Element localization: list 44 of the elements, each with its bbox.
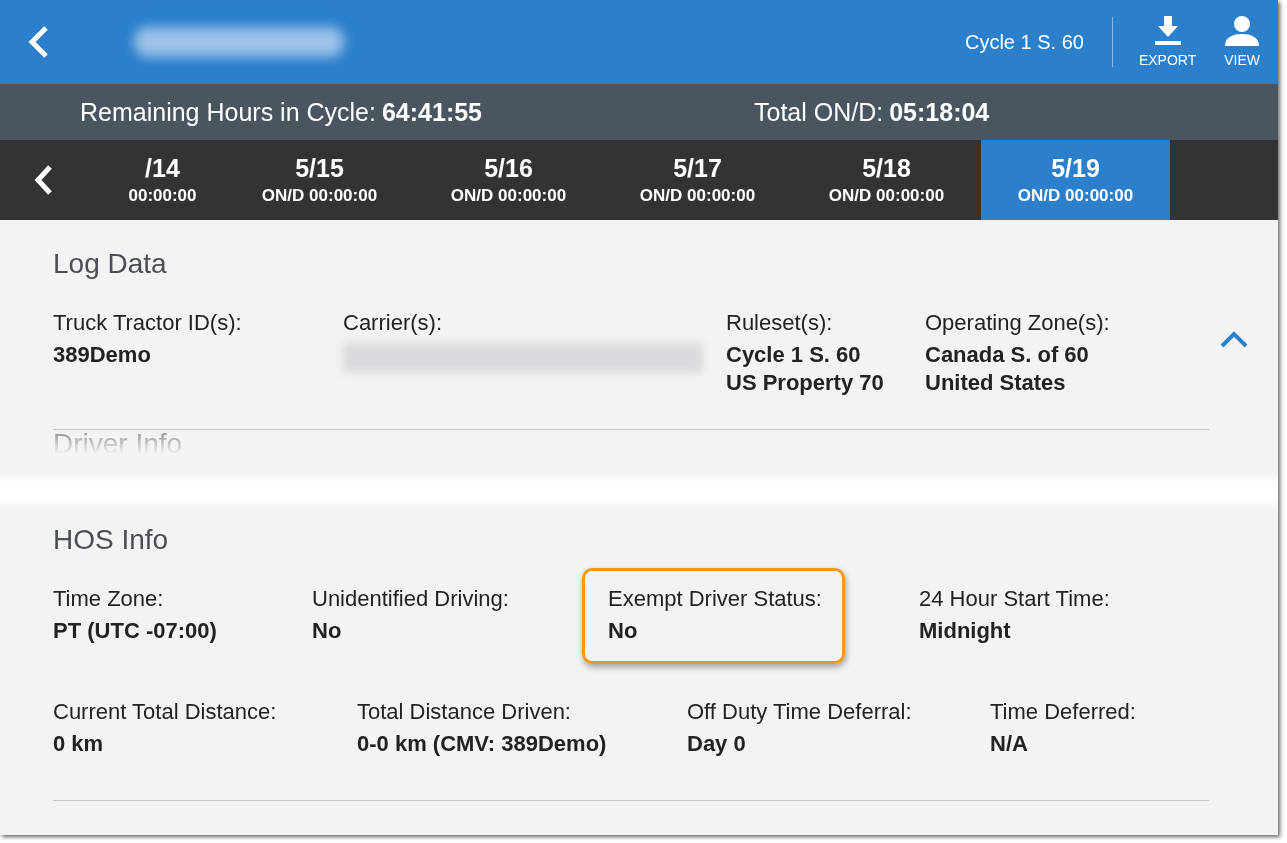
date-tab[interactable]: 5/17 ON/D 00:00:00 (603, 140, 792, 220)
field-value: United States (925, 369, 1066, 397)
date-tab[interactable]: 5/15 ON/D 00:00:00 (225, 140, 414, 220)
view-button[interactable]: VIEW (1214, 16, 1270, 68)
section-title: HOS Info (53, 524, 170, 556)
field-value: No (312, 617, 342, 645)
field-value: Canada S. of 60 (925, 341, 1089, 369)
field-label: Exempt Driver Status: (608, 585, 822, 613)
field-label: Off Duty Time Deferral: (687, 698, 912, 726)
date-tab[interactable]: /14 00:00:00 (100, 140, 225, 220)
field-label: Carrier(s): (343, 309, 442, 337)
field-value: US Property 70 (726, 369, 884, 397)
field-value: 389Demo (53, 341, 151, 369)
person-icon (1225, 16, 1260, 46)
field-label: Ruleset(s): (726, 309, 833, 337)
field-value: PT (UTC -07:00) (53, 617, 217, 645)
section-title: Log Data (53, 248, 168, 280)
previous-icon[interactable] (32, 164, 54, 196)
field-value: 0-0 km (CMV: 389Demo) (357, 730, 607, 758)
date-tab[interactable]: 5/18 ON/D 00:00:00 (792, 140, 981, 220)
field-label: Current Total Distance: (53, 698, 277, 726)
field-value: N/A (990, 730, 1028, 758)
summary-text: Remaining Hours in Cycle: 64:41:55 (80, 97, 484, 127)
date-tab[interactable]: 5/19 ON/D 00:00:00 (981, 140, 1170, 220)
field-label: Operating Zone(s): (925, 309, 1110, 337)
download-icon (1153, 16, 1182, 46)
ruleset-label: Cycle 1 S. 60 (964, 30, 1084, 54)
summary-text: Total ON/D: 05:18:04 (754, 97, 990, 127)
field-value: No (608, 617, 638, 645)
date-tab[interactable]: 5/16 ON/D 00:00:00 (414, 140, 603, 220)
field-label: Truck Tractor ID(s): (53, 309, 242, 337)
field-value: 0 km (53, 730, 104, 758)
field-label: Unidentified Driving: (312, 585, 509, 613)
back-icon[interactable] (26, 25, 50, 59)
field-value: Cycle 1 S. 60 (726, 341, 861, 369)
field-label: Time Deferred: (990, 698, 1136, 726)
field-label: Time Zone: (53, 585, 164, 613)
section-title: Driver Info (53, 427, 184, 460)
field-label: 24 Hour Start Time: (919, 585, 1110, 613)
export-button[interactable]: EXPORT (1128, 16, 1207, 68)
collapse-icon[interactable] (1219, 330, 1249, 348)
field-label: Total Distance Driven: (357, 698, 571, 726)
field-value: Midnight (919, 617, 1011, 645)
field-value: Day 0 (687, 730, 746, 758)
